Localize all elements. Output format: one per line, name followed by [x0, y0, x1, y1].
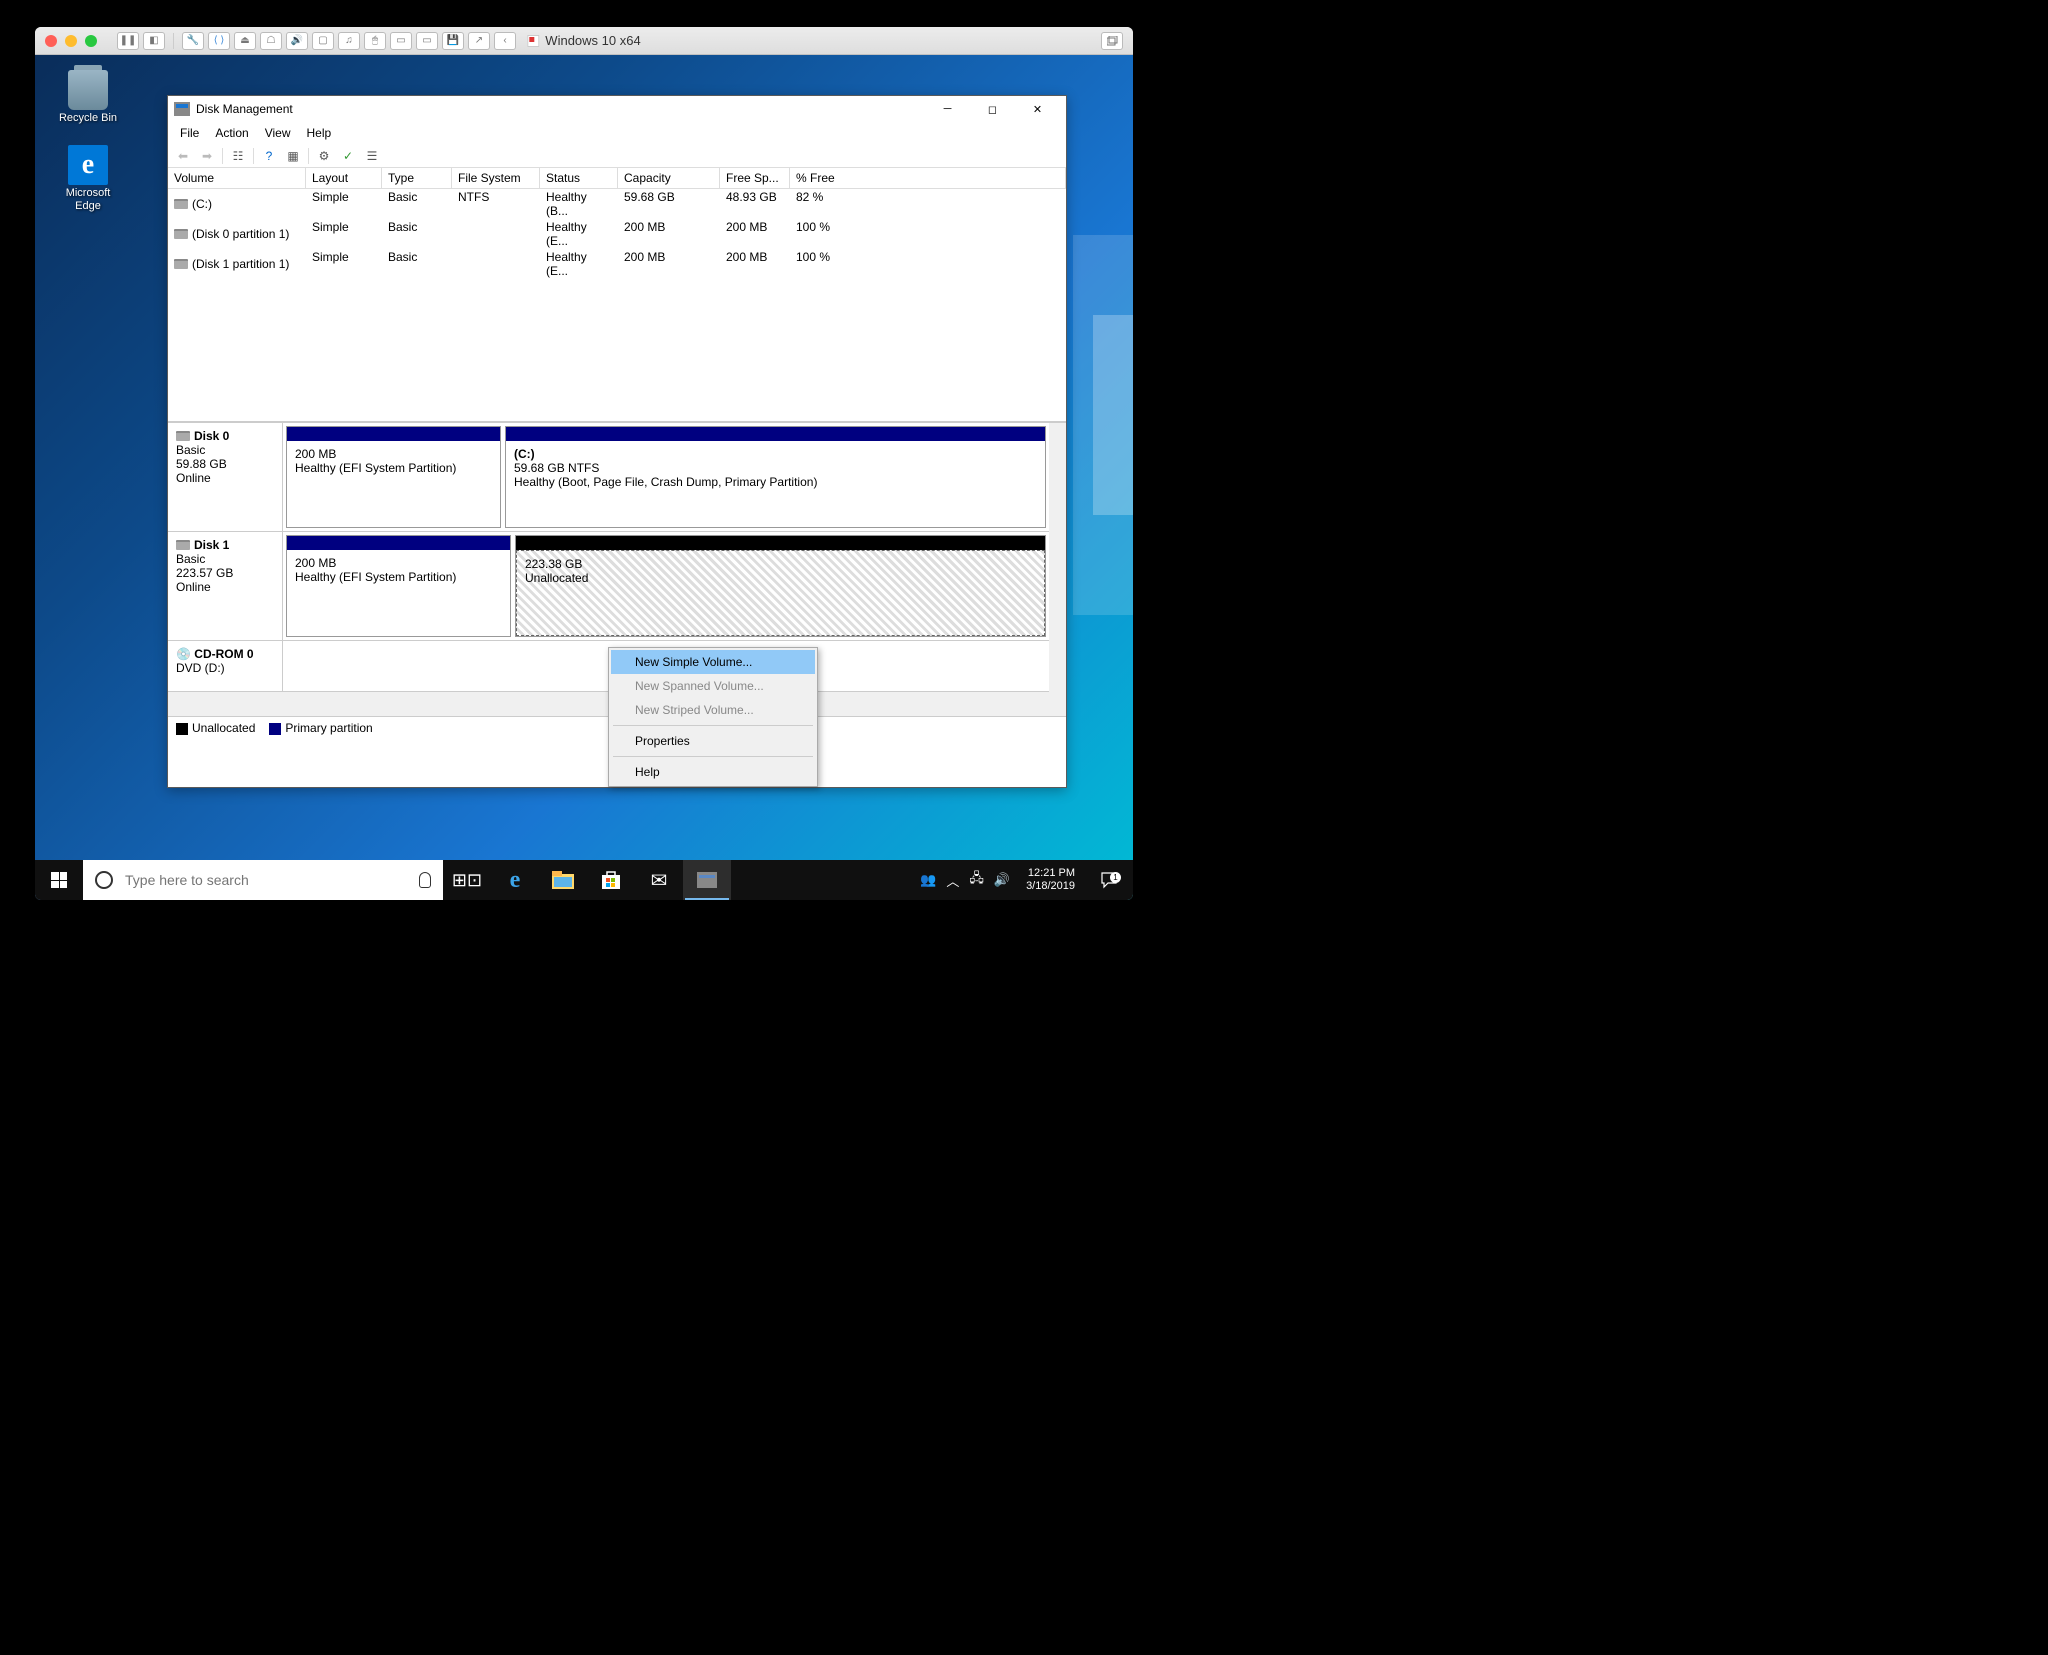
partition[interactable]: (C:)59.68 GB NTFSHealthy (Boot, Page Fil… [505, 426, 1046, 528]
menu-file[interactable]: File [172, 124, 207, 142]
minimize-button[interactable]: ─ [925, 96, 970, 122]
list-icon[interactable]: ☰ [361, 146, 383, 166]
zoom-icon[interactable] [85, 35, 97, 47]
fullscreen-icon[interactable]: ⟨ ⟩ [208, 32, 230, 50]
legend-unallocated-swatch [176, 723, 188, 735]
edge-icon[interactable]: e MicrosoftEdge [53, 145, 123, 213]
system-tray: 👥 ︿ 🖧 🔊 12:21 PM 3/18/2019 1 [920, 867, 1133, 893]
search-input[interactable] [125, 872, 407, 888]
menu-help[interactable]: Help [299, 124, 340, 142]
disk-info[interactable]: 💿 CD-ROM 0DVD (D:) [168, 641, 283, 691]
hd2-icon[interactable]: ▭ [416, 32, 438, 50]
store-icon[interactable] [587, 860, 635, 900]
mac-window: ❚❚ ◧ 🔧 ⟨ ⟩ ⏏ ☖ 🔊 ▢ ♫ 🖱 ▭ ▭ 💾 ↗ ‹ Windows… [35, 27, 1133, 900]
search-box[interactable] [83, 860, 443, 900]
recycle-bin-icon[interactable]: Recycle Bin [53, 70, 123, 125]
disk-info[interactable]: Disk 1Basic223.57 GBOnline [168, 532, 283, 640]
volume-icon[interactable]: 🔊 [994, 872, 1010, 888]
col-capacity[interactable]: Capacity [618, 168, 720, 188]
people-icon[interactable]: 👥 [920, 872, 936, 888]
col-volume[interactable]: Volume [168, 168, 306, 188]
mac-traffic-lights [45, 35, 97, 47]
ctx-new-simple-volume[interactable]: New Simple Volume... [611, 650, 815, 674]
chevron-left-icon[interactable]: ‹ [494, 32, 516, 50]
ctx-properties[interactable]: Properties [611, 729, 815, 753]
maximize-button[interactable]: ◻ [970, 96, 1015, 122]
pause-icon[interactable]: ❚❚ [117, 32, 139, 50]
cortana-icon [95, 871, 113, 889]
share-icon[interactable]: ↗ [468, 32, 490, 50]
settings-icon[interactable]: ⚙ [313, 146, 335, 166]
mac-titlebar[interactable]: ❚❚ ◧ 🔧 ⟨ ⟩ ⏏ ☖ 🔊 ▢ ♫ 🖱 ▭ ▭ 💾 ↗ ‹ Windows… [35, 27, 1133, 55]
disk-icon[interactable]: ⏏ [234, 32, 256, 50]
taskbar: ⊞⊡ e ✉ 👥 ︿ 🖧 🔊 12:21 PM 3/18/2019 1 [35, 860, 1133, 900]
menu-view[interactable]: View [257, 124, 299, 142]
volume-row[interactable]: (Disk 0 partition 1) SimpleBasic Healthy… [168, 219, 1066, 249]
windows-desktop[interactable]: Recycle Bin e MicrosoftEdge Disk Managem… [35, 55, 1133, 900]
mail-icon[interactable]: ✉ [635, 860, 683, 900]
windows-logo-icon [51, 872, 67, 888]
disk-row: Disk 1Basic223.57 GBOnline 200 MBHealthy… [168, 532, 1049, 641]
ctx-new-spanned-volume: New Spanned Volume... [611, 674, 815, 698]
start-button[interactable] [35, 860, 83, 900]
volume-row[interactable]: (C:) SimpleBasic NTFSHealthy (B... 59.68… [168, 189, 1066, 219]
vm-icon [527, 35, 539, 47]
col-fs[interactable]: File System [452, 168, 540, 188]
volume-list[interactable]: Volume Layout Type File System Status Ca… [168, 168, 1066, 423]
dm-toolbar: ⬅ ➡ ☷ ? ▦ ⚙ ✓ ☰ [168, 144, 1066, 168]
chevron-up-icon[interactable]: ︿ [946, 871, 959, 890]
close-button[interactable]: ✕ [1015, 96, 1060, 122]
close-icon[interactable] [45, 35, 57, 47]
ctx-new-striped-volume: New Striped Volume... [611, 698, 815, 722]
volume-row[interactable]: (Disk 1 partition 1) SimpleBasic Healthy… [168, 249, 1066, 279]
dm-titlebar[interactable]: Disk Management ─ ◻ ✕ [168, 96, 1066, 122]
dm-title: Disk Management [196, 102, 925, 116]
legend-primary-swatch [269, 723, 281, 735]
clock[interactable]: 12:21 PM 3/18/2019 [1020, 867, 1081, 893]
user-icon[interactable]: ☖ [260, 32, 282, 50]
dm-menubar: File Action View Help [168, 122, 1066, 144]
col-type[interactable]: Type [382, 168, 452, 188]
partition[interactable]: 223.38 GBUnallocated [515, 535, 1046, 637]
col-pct[interactable]: % Free [790, 168, 1066, 188]
partition[interactable]: 200 MBHealthy (EFI System Partition) [286, 535, 511, 637]
edge-taskbar-icon[interactable]: e [491, 860, 539, 900]
col-layout[interactable]: Layout [306, 168, 382, 188]
hd-icon[interactable]: ▭ [390, 32, 412, 50]
floppy-icon[interactable]: 💾 [442, 32, 464, 50]
dm-app-icon [174, 102, 190, 116]
menu-action[interactable]: Action [207, 124, 256, 142]
headphone-icon[interactable]: ♫ [338, 32, 360, 50]
disk-row: Disk 0Basic59.88 GBOnline 200 MBHealthy … [168, 423, 1049, 532]
partition[interactable]: 200 MBHealthy (EFI System Partition) [286, 426, 501, 528]
context-menu: New Simple Volume... New Spanned Volume.… [608, 647, 818, 787]
back-icon[interactable]: ⬅ [172, 146, 194, 166]
disk-info[interactable]: Disk 0Basic59.88 GBOnline [168, 423, 283, 531]
minimize-icon[interactable] [65, 35, 77, 47]
refresh-icon[interactable]: ☷ [227, 146, 249, 166]
view-icon[interactable]: ▦ [282, 146, 304, 166]
task-view-icon[interactable]: ⊞⊡ [443, 860, 491, 900]
check-icon[interactable]: ✓ [337, 146, 359, 166]
snapshot-icon[interactable]: ◧ [143, 32, 165, 50]
mic-icon[interactable] [419, 872, 431, 888]
wrench-icon[interactable]: 🔧 [182, 32, 204, 50]
vm-title: Windows 10 x64 [527, 33, 640, 48]
action-center-icon[interactable]: 1 [1091, 871, 1127, 889]
col-status[interactable]: Status [540, 168, 618, 188]
forward-icon[interactable]: ➡ [196, 146, 218, 166]
restore-icon[interactable] [1101, 32, 1123, 50]
file-explorer-icon[interactable] [539, 860, 587, 900]
camera-icon[interactable]: ▢ [312, 32, 334, 50]
volume-header: Volume Layout Type File System Status Ca… [168, 168, 1066, 189]
disk-management-taskbar-icon[interactable] [683, 860, 731, 900]
network-icon[interactable]: 🖧 [969, 869, 984, 891]
col-free[interactable]: Free Sp... [720, 168, 790, 188]
sound-icon[interactable]: 🔊 [286, 32, 308, 50]
vm-toolbar: ❚❚ ◧ 🔧 ⟨ ⟩ ⏏ ☖ 🔊 ▢ ♫ 🖱 ▭ ▭ 💾 ↗ ‹ [117, 32, 516, 50]
ctx-help[interactable]: Help [611, 760, 815, 784]
mouse-icon[interactable]: 🖱 [364, 32, 386, 50]
help-icon[interactable]: ? [258, 146, 280, 166]
